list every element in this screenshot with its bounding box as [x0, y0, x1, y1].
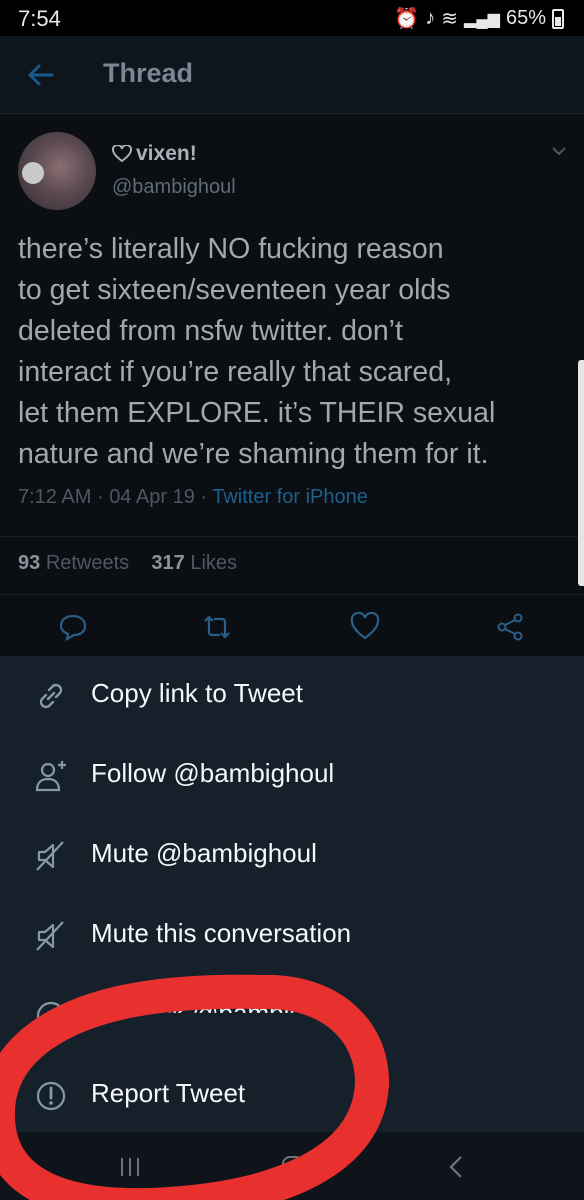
- divider: [0, 594, 584, 595]
- menu-item-report[interactable]: Report Tweet: [0, 1056, 584, 1136]
- display-name-row[interactable]: vixen!: [112, 142, 197, 166]
- vibrate-icon: ♪: [425, 7, 436, 29]
- tweet-text-line: nature and we’re shaming them for it.: [18, 438, 489, 470]
- alarm-icon: ⏰: [394, 8, 420, 30]
- meta-separator: ·: [96, 486, 104, 508]
- thread-screen: Thread vixen! @bambighoul there’s litera…: [0, 36, 584, 656]
- tweet-options-sheet: Copy link to Tweet Follow @bambighoul Mu…: [0, 656, 584, 1132]
- tweet-text: there’s literally NO fucking reason to g…: [18, 229, 574, 475]
- heart-emoji-icon: [112, 145, 132, 163]
- likes-label: Likes: [190, 552, 238, 574]
- edge-panel-handle[interactable]: [578, 360, 584, 586]
- menu-item-mute-conversation[interactable]: Mute this conversation: [0, 896, 584, 976]
- share-icon[interactable]: [495, 612, 525, 642]
- menu-item-block[interactable]: Unblock @bambighoul: [0, 976, 584, 1056]
- tweet-text-line: let them EXPLORE. it’s THEIR sexual: [18, 397, 496, 429]
- tweet-text-line: to get sixteen/seventeen year olds: [18, 274, 451, 306]
- tweet-text-line: interact if you’re really that scared,: [18, 356, 453, 388]
- signal-icon: ▂▄▆: [464, 10, 500, 28]
- menu-item-label: Report Tweet: [91, 1078, 246, 1108]
- menu-item-mute-user[interactable]: Mute @bambighoul: [0, 816, 584, 896]
- meta-separator: ·: [200, 486, 208, 508]
- avatar[interactable]: [18, 132, 96, 210]
- retweets-label: Retweets: [45, 552, 130, 574]
- menu-item-label: Unblock @bambighoul: [91, 998, 353, 1028]
- menu-item-follow[interactable]: Follow @bambighoul: [0, 736, 584, 816]
- retweets-stat[interactable]: 93 Retweets: [18, 552, 129, 574]
- back-icon[interactable]: [442, 1152, 472, 1182]
- status-icons: ⏰ ♪ ≋ ▂▄▆ 65%: [394, 6, 564, 31]
- menu-item-label: Copy link to Tweet: [91, 678, 303, 708]
- reply-icon[interactable]: [58, 612, 88, 642]
- retweet-icon[interactable]: [202, 612, 232, 642]
- report-icon: [36, 1081, 66, 1111]
- tweet-text-line: deleted from nsfw twitter. don’t: [18, 315, 403, 347]
- mute-icon: [36, 841, 64, 871]
- status-bar: 7:54 ⏰ ♪ ≋ ▂▄▆ 65%: [0, 0, 584, 36]
- recent-apps-icon[interactable]: [115, 1152, 145, 1182]
- wifi-icon: ≋: [441, 8, 459, 30]
- likes-count: 317: [151, 552, 185, 574]
- page-title: Thread: [103, 58, 194, 88]
- retweets-count: 93: [18, 552, 41, 574]
- like-icon[interactable]: [350, 612, 380, 642]
- divider: [0, 536, 584, 537]
- battery-icon: [552, 8, 564, 29]
- menu-item-label: Follow @bambighoul: [91, 758, 335, 788]
- follow-user-icon: [35, 761, 66, 792]
- back-arrow-icon[interactable]: [24, 58, 58, 92]
- avatar-badge: [22, 162, 44, 184]
- menu-item-label: Mute this conversation: [91, 918, 352, 948]
- system-nav-bar: [0, 1132, 584, 1200]
- home-icon[interactable]: [278, 1152, 308, 1182]
- app-header: Thread: [0, 36, 584, 114]
- status-time: 7:54: [18, 6, 61, 31]
- tweet-text-line: there’s literally NO fucking reason: [18, 233, 444, 265]
- likes-stat[interactable]: 317 Likes: [151, 552, 237, 574]
- tweet-time: 7:12 AM: [18, 486, 92, 508]
- menu-item-copy-link[interactable]: Copy link to Tweet: [0, 656, 584, 736]
- menu-item-label: Mute @bambighoul: [91, 838, 317, 868]
- mute-icon: [36, 921, 64, 951]
- link-icon: [39, 683, 63, 709]
- user-handle[interactable]: @bambighoul: [112, 176, 236, 199]
- tweet-actions: [0, 610, 584, 650]
- tweet-source-link[interactable]: Twitter for iPhone: [212, 486, 368, 508]
- battery-percent: 65%: [505, 7, 546, 29]
- display-name: vixen!: [136, 142, 197, 165]
- chevron-down-icon[interactable]: [550, 142, 568, 160]
- tweet-date: 04 Apr 19: [109, 486, 195, 508]
- tweet-meta: 7:12 AM · 04 Apr 19 · Twitter for iPhone: [18, 486, 368, 509]
- block-icon: [33, 998, 69, 1034]
- tweet-stats: 93 Retweets 317 Likes: [18, 552, 237, 575]
